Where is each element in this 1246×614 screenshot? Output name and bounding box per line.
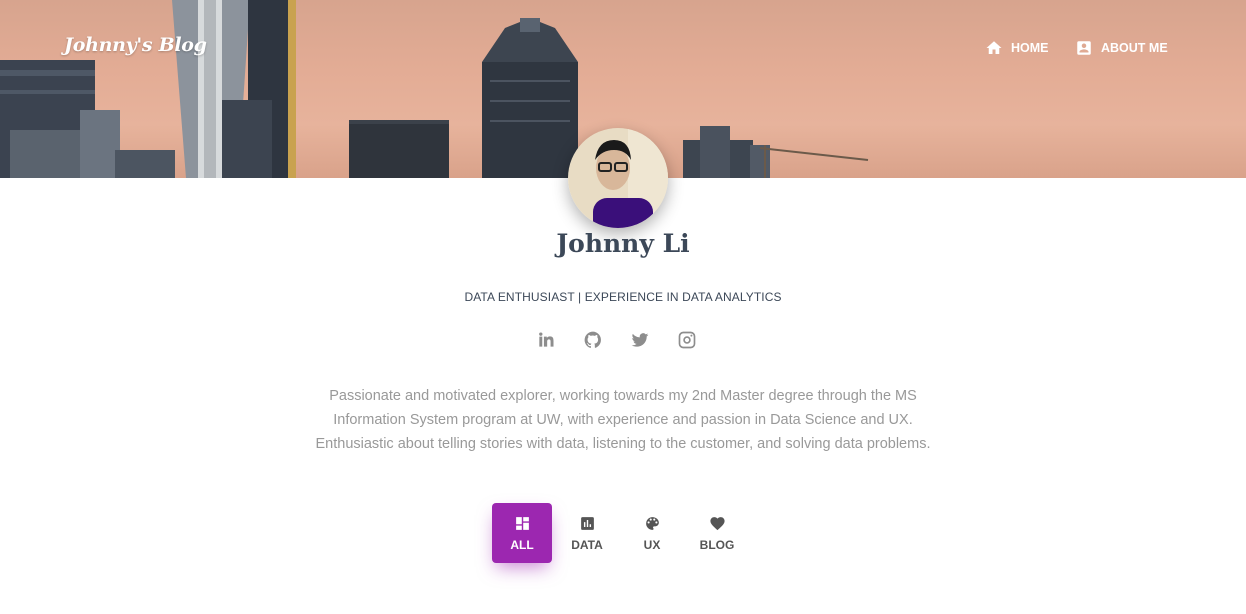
tab-data-label: DATA [571, 537, 603, 552]
palette-icon [645, 516, 659, 530]
profile-bio: Passionate and motivated explorer, worki… [313, 384, 933, 456]
github-icon[interactable] [583, 330, 603, 350]
home-icon [986, 41, 1002, 54]
instagram-icon[interactable] [677, 330, 697, 350]
tab-blog-label: BLOG [699, 537, 735, 552]
nav-home-label: HOME [1011, 41, 1049, 55]
tab-all-label: ALL [510, 537, 534, 552]
tab-data[interactable]: DATA [557, 503, 617, 563]
linkedin-icon[interactable] [536, 330, 556, 350]
bio-line: Enthusiastic about telling stories with … [315, 436, 931, 452]
tab-ux-label: UX [643, 537, 661, 552]
category-tabs: ALL DATA UX BLOG [492, 503, 747, 563]
account-box-icon [1077, 41, 1091, 55]
profile-tagline: DATA ENTHUSIAST | EXPERIENCE IN DATA ANA… [464, 290, 782, 304]
nav-home-link[interactable]: HOME [985, 37, 1049, 59]
social-links [536, 330, 697, 350]
tab-all[interactable]: ALL [492, 503, 552, 563]
tab-blog[interactable]: BLOG [687, 503, 747, 563]
brand-logo[interactable]: Johnny's Blog [64, 34, 207, 64]
bar-chart-icon [580, 516, 594, 530]
twitter-icon[interactable] [630, 330, 650, 350]
nav-about-link[interactable]: ABOUT ME [1075, 37, 1168, 59]
bio-line: Passionate and motivated explorer, worki… [329, 388, 917, 404]
nav-about-label: ABOUT ME [1101, 41, 1168, 55]
avatar-photo [568, 128, 668, 228]
dashboard-icon [515, 516, 529, 530]
heart-icon [709, 516, 725, 530]
avatar [568, 128, 668, 228]
tab-ux[interactable]: UX [622, 503, 682, 563]
profile-name: Johnny Li [556, 229, 690, 258]
bio-line: Information System program at UW, with e… [333, 412, 913, 428]
